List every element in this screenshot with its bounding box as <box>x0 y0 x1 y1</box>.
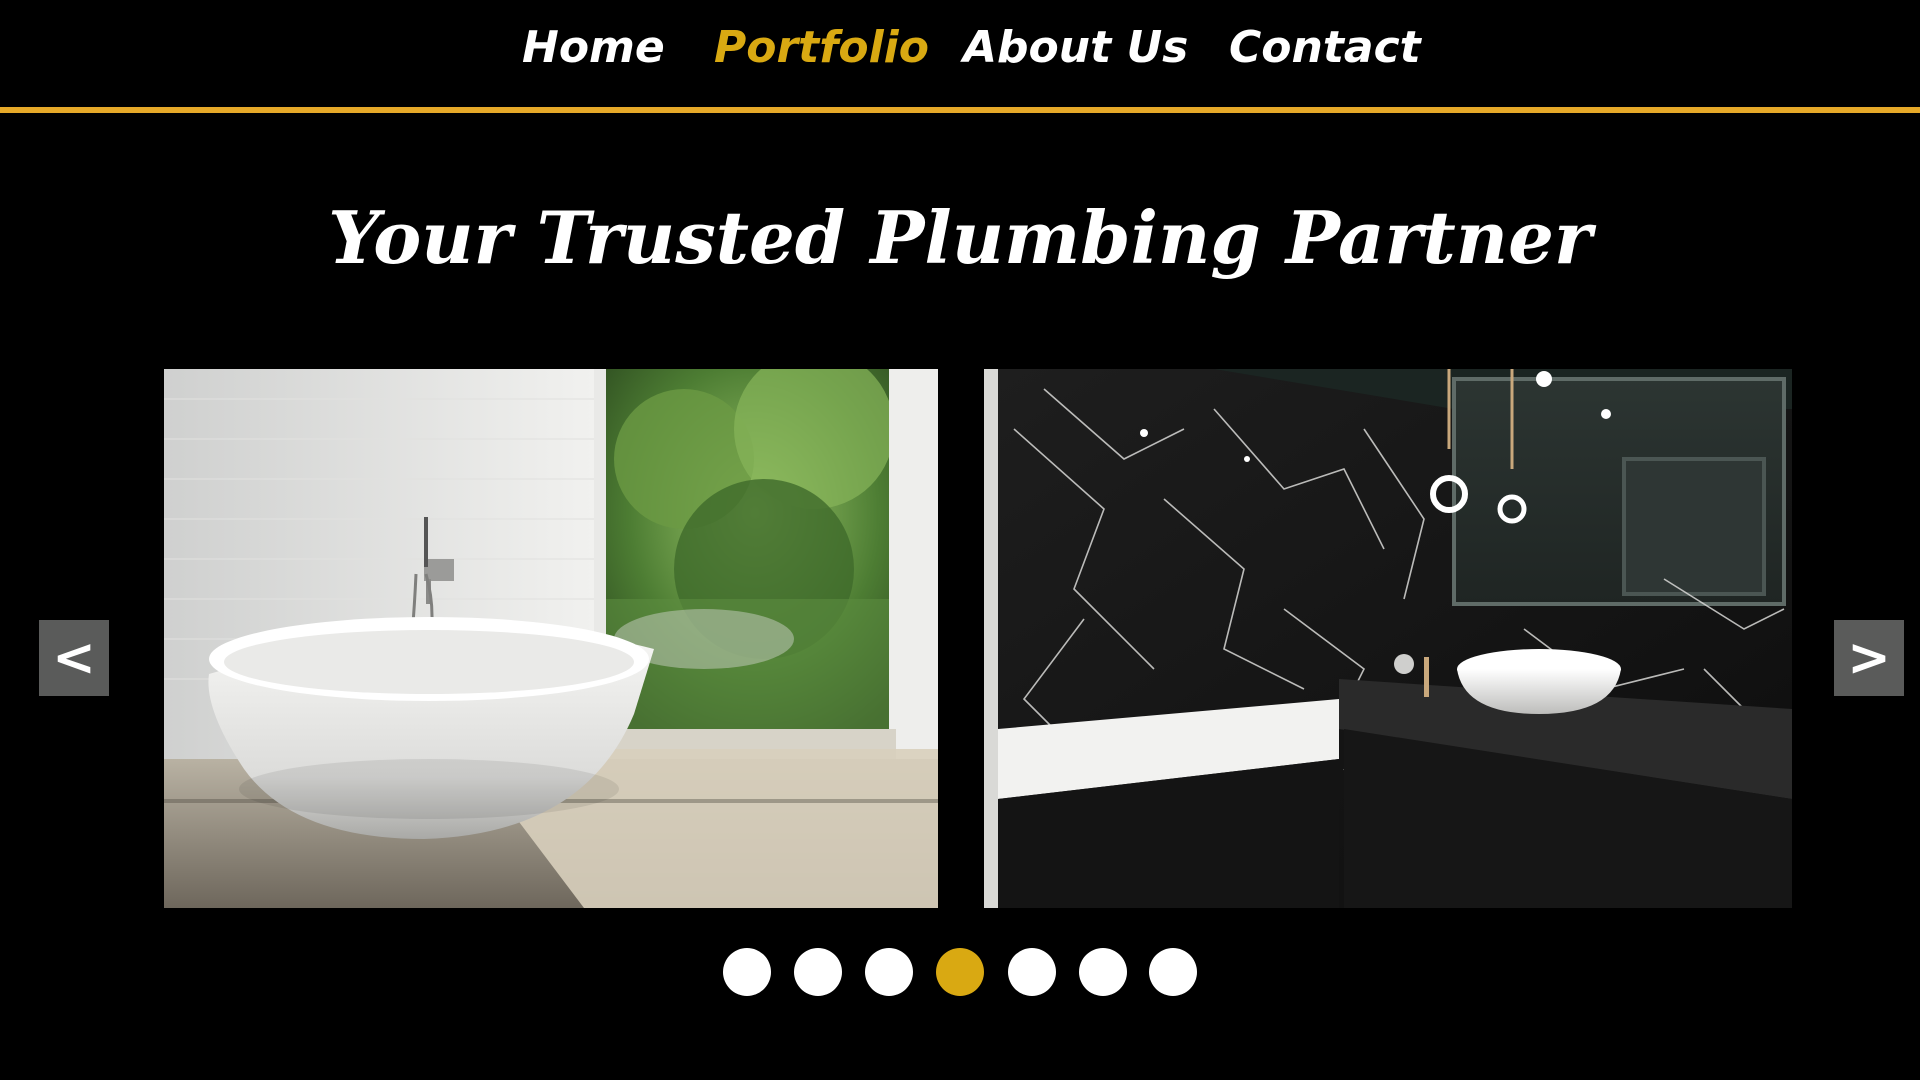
carousel-dot-7[interactable] <box>1149 948 1197 996</box>
carousel-dot-3[interactable] <box>865 948 913 996</box>
main-nav: Home Portfolio About Us Contact <box>0 0 1920 108</box>
nav-link-portfolio[interactable]: Portfolio <box>714 22 929 75</box>
page-title: Your Trusted Plumbing Partner <box>328 195 1592 280</box>
nav-divider <box>0 107 1920 113</box>
carousel-dot-5[interactable] <box>1008 948 1056 996</box>
carousel-next-button[interactable]: > <box>1834 620 1904 696</box>
carousel-dot-2[interactable] <box>794 948 842 996</box>
carousel-pagination <box>723 948 1203 996</box>
carousel-dot-1[interactable] <box>723 948 771 996</box>
carousel-slide-bathtub[interactable] <box>164 369 938 908</box>
black-marble-bathroom-photo <box>984 369 1792 908</box>
nav-link-about-us[interactable]: About Us <box>963 22 1188 75</box>
carousel-dot-4[interactable] <box>936 948 984 996</box>
nav-link-home[interactable]: Home <box>522 22 665 75</box>
nav-link-contact[interactable]: Contact <box>1229 22 1421 75</box>
carousel-prev-button[interactable]: < <box>39 620 109 696</box>
freestanding-bathtub-photo <box>164 369 938 908</box>
carousel-slide-marble-bathroom[interactable] <box>984 369 1792 908</box>
carousel-dot-6[interactable] <box>1079 948 1127 996</box>
